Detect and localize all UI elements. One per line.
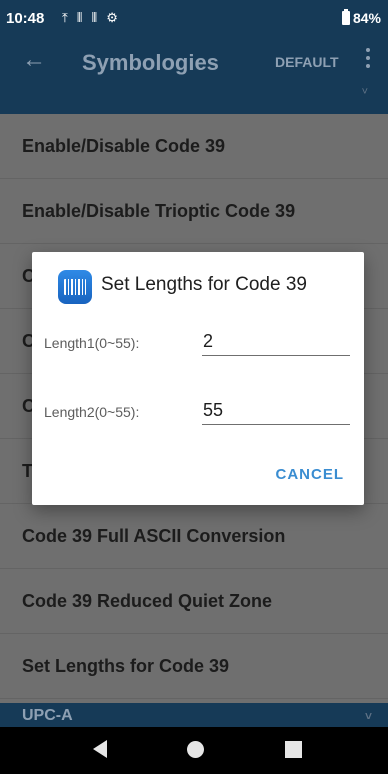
battery-icon (341, 9, 350, 25)
list-item-label: Enable/Disable Trioptic Code 39 (22, 200, 296, 221)
list-item[interactable]: Code 39 Reduced Quiet Zone (0, 569, 388, 634)
barcode-app-icon (58, 270, 92, 304)
default-button[interactable]: DEFAULT (275, 54, 339, 70)
list-item-label: Set Lengths for Code 39 (22, 655, 230, 676)
nav-back-icon[interactable] (93, 740, 107, 758)
list-item-label: Code 39 Full ASCII Conversion (22, 525, 286, 546)
list-item-label: Enable/Disable Code 39 (22, 135, 226, 156)
barcode-icon: ⦀ (91, 10, 98, 25)
length1-label: Length1(0~55): (44, 335, 140, 351)
dialog-title: Set Lengths for Code 39 (101, 274, 307, 295)
list-item[interactable]: Enable/Disable Code 39 (0, 114, 388, 179)
back-arrow-icon[interactable]: ← (22, 46, 46, 74)
list-item[interactable]: Set Lengths for Code 39 (0, 634, 388, 699)
nav-recents-icon[interactable] (285, 741, 302, 758)
app-bar: ← Symbologies DEFAULT ˅ (0, 36, 388, 114)
nav-home-icon[interactable] (187, 741, 204, 758)
list-item-label: Code 39 Reduced Quiet Zone (22, 590, 273, 611)
barcode-icon: ⦀ (76, 10, 83, 25)
section-header-label: UPC-A (22, 707, 73, 724)
chevron-icon: ˅ (361, 86, 368, 98)
list-item[interactable]: Code 39 Full ASCII Conversion (0, 504, 388, 569)
battery-level: 84% (352, 10, 381, 26)
length2-label: Length2(0~55): (44, 404, 140, 420)
upload-icon: ⤒ (62, 10, 68, 25)
set-lengths-dialog: Set Lengths for Code 39 Length1(0~55): L… (32, 252, 364, 505)
navigation-bar (0, 727, 388, 774)
gear-icon: ⚙ (106, 10, 118, 25)
status-time: 10:48 (6, 10, 45, 27)
chevron-icon: ˅ (364, 709, 372, 723)
status-bar: 10:48 ⤒ ⦀ ⦀ ⚙ 84% (0, 0, 388, 36)
page-title: Symbologies (82, 50, 219, 75)
length2-input[interactable] (202, 397, 350, 425)
section-header[interactable]: UPC-A ˅ (0, 703, 388, 727)
length1-input[interactable] (202, 328, 350, 356)
list-item[interactable]: Enable/Disable Trioptic Code 39 (0, 179, 388, 244)
cancel-button[interactable]: CANCEL (276, 466, 345, 483)
battery-indicator: 84% (341, 9, 381, 26)
status-icons: ⤒ ⦀ ⦀ ⚙ (62, 10, 118, 26)
more-options-icon[interactable] (366, 48, 372, 68)
